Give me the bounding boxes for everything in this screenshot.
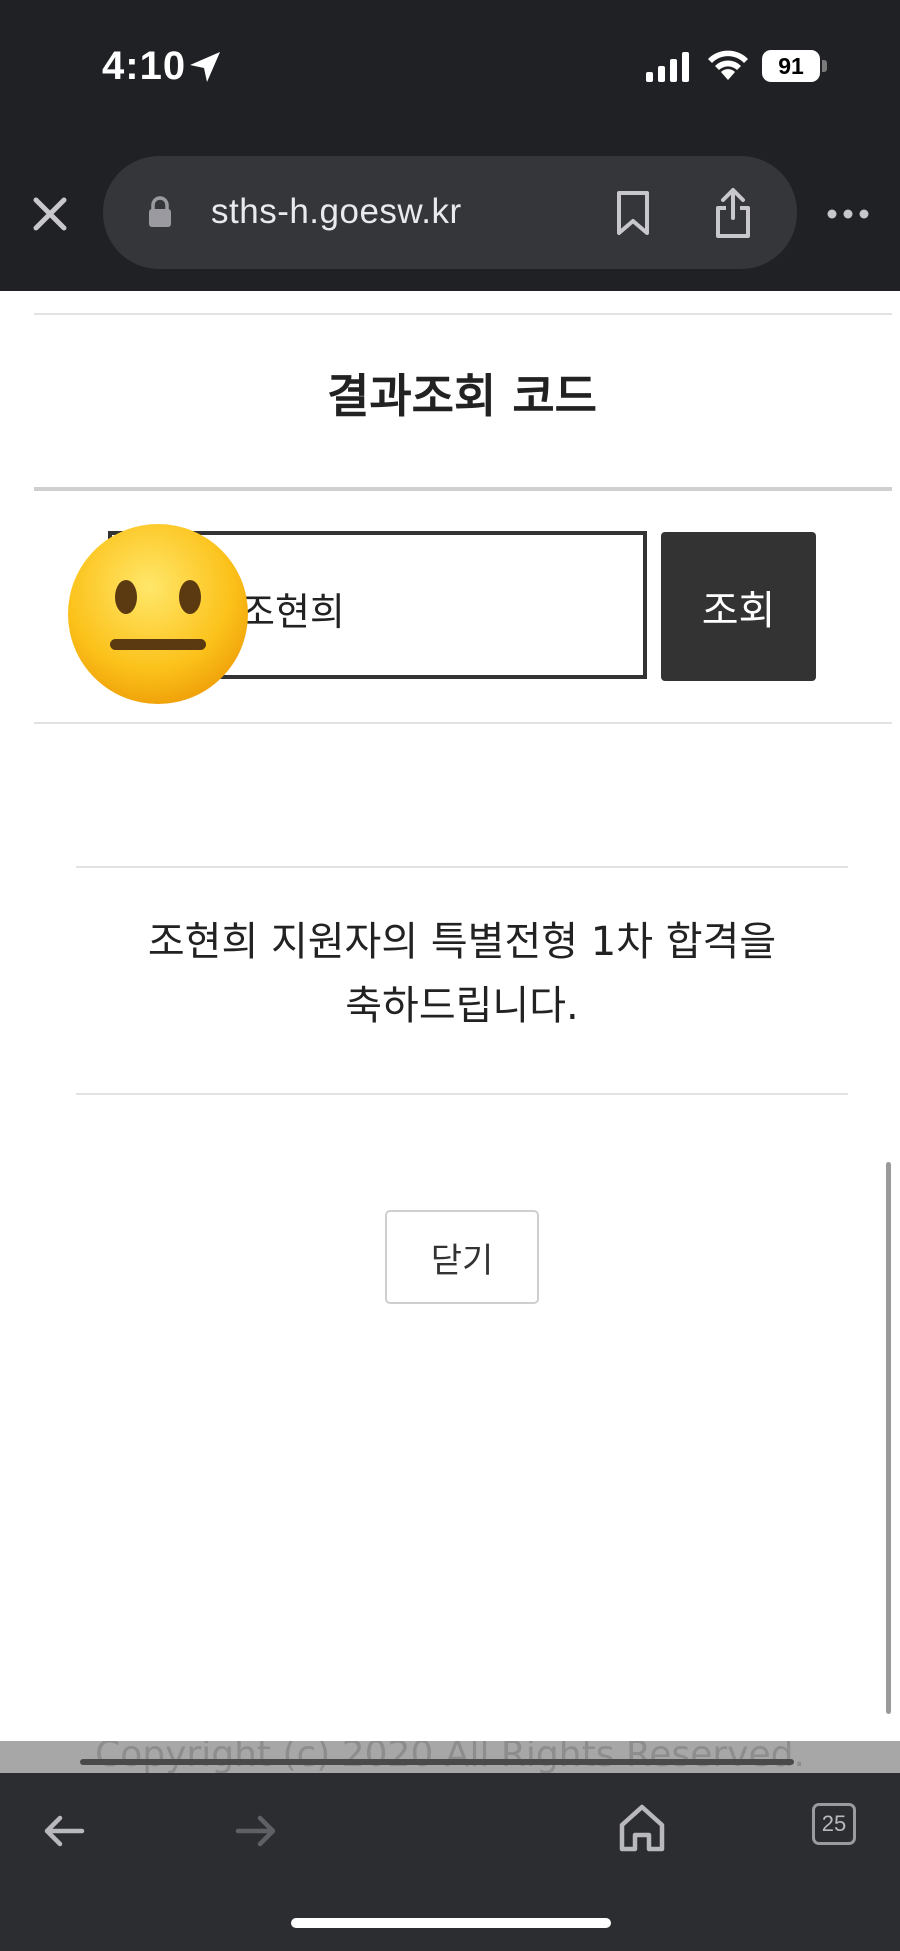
address-bar[interactable]: sths-h.goesw.kr [103,156,797,269]
search-button[interactable]: 조회 [661,532,816,681]
scrollbar[interactable] [886,1162,891,1714]
close-icon[interactable] [26,190,74,238]
back-arrow-icon[interactable] [40,1809,88,1853]
lock-icon [149,196,171,227]
divider [34,722,892,724]
url-text[interactable]: sths-h.goesw.kr [211,192,462,232]
neutral-face-emoji-icon [68,524,248,704]
cellular-signal-icon [646,52,689,82]
page-scroll-indicator [80,1759,794,1765]
result-top-divider [76,866,848,868]
footer-strip: Copyright (c) 2020 All Rights Reserved. [0,1741,900,1773]
close-button[interactable]: 닫기 [385,1210,539,1304]
section-title: 결과조회 코드 [327,369,597,423]
forward-arrow-icon[interactable] [232,1809,280,1853]
copyright-text: Copyright (c) 2020 All Rights Reserved. [95,1741,805,1773]
search-input-value[interactable]: 조현희 [240,581,345,636]
divider [34,313,892,315]
battery-tip [822,60,827,72]
result-message: 조현희 지원자의 특별전형 1차 합격을 축하드립니다. [76,910,848,1038]
result-bottom-divider [76,1093,848,1095]
more-icon[interactable] [826,200,870,228]
bookmark-icon[interactable] [613,190,653,236]
result-message-text: 조현희 지원자의 특별전형 1차 합격을 축하드립니다. [147,919,777,1029]
share-icon[interactable] [713,186,753,240]
status-bar: 4:10 91 [0,0,900,130]
wifi-icon [708,50,748,80]
tabs-count-button[interactable]: 25 [812,1803,856,1845]
home-indicator [291,1918,611,1928]
divider [34,487,892,491]
browser-top-chrome: 4:10 91 sths-h.goesw.kr [0,0,900,291]
status-time: 4:10 [102,44,187,88]
location-arrow-icon [190,52,220,82]
home-icon[interactable] [618,1803,666,1853]
battery-indicator: 91 [762,50,820,82]
